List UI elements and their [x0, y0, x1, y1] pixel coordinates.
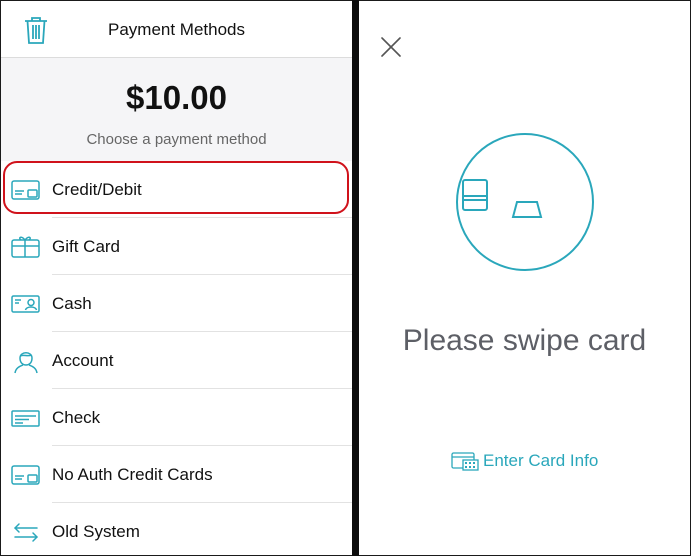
- method-label: Account: [52, 350, 114, 370]
- transfer-arrows-icon: [14, 522, 38, 542]
- payment-amount: $10.00: [126, 79, 227, 116]
- check-icon: [11, 409, 40, 427]
- gift-card-icon: [11, 236, 40, 258]
- panel-header: Payment Methods: [1, 1, 352, 58]
- panel-divider: [352, 0, 359, 556]
- method-credit-debit[interactable]: Credit/Debit: [1, 161, 352, 218]
- method-account[interactable]: Account: [1, 332, 352, 389]
- method-gift-card[interactable]: Gift Card: [1, 218, 352, 275]
- payment-methods-panel: Payment Methods $10.00 Choose a payment …: [1, 1, 352, 555]
- method-check[interactable]: Check: [1, 389, 352, 446]
- credit-card-icon: [11, 179, 40, 200]
- no-auth-card-icon: [11, 464, 40, 485]
- swipe-card-panel: Please swipe card Enter Card Info: [359, 1, 690, 555]
- method-cash[interactable]: Cash: [1, 275, 352, 332]
- method-label: Check: [52, 407, 101, 427]
- page-title: Payment Methods: [107, 20, 245, 39]
- payment-subtitle: Choose a payment method: [86, 131, 267, 148]
- cash-icon: [11, 294, 40, 313]
- card-reader-icon: [456, 133, 594, 271]
- method-label: Cash: [52, 293, 92, 313]
- method-old-system[interactable]: Old System: [1, 503, 352, 555]
- method-label: No Auth Credit Cards: [52, 464, 213, 484]
- method-label: Gift Card: [52, 236, 121, 256]
- card-keypad-icon: [451, 452, 479, 471]
- method-label: Credit/Debit: [52, 179, 142, 199]
- close-icon[interactable]: [379, 35, 403, 59]
- method-label: Old System: [52, 521, 140, 541]
- enter-card-info-label: Enter Card Info: [483, 451, 599, 470]
- method-no-auth-credit-cards[interactable]: No Auth Credit Cards: [1, 446, 352, 503]
- swipe-prompt: Please swipe card: [402, 324, 647, 357]
- enter-card-info-link[interactable]: Enter Card Info: [451, 451, 598, 471]
- account-icon: [14, 351, 38, 373]
